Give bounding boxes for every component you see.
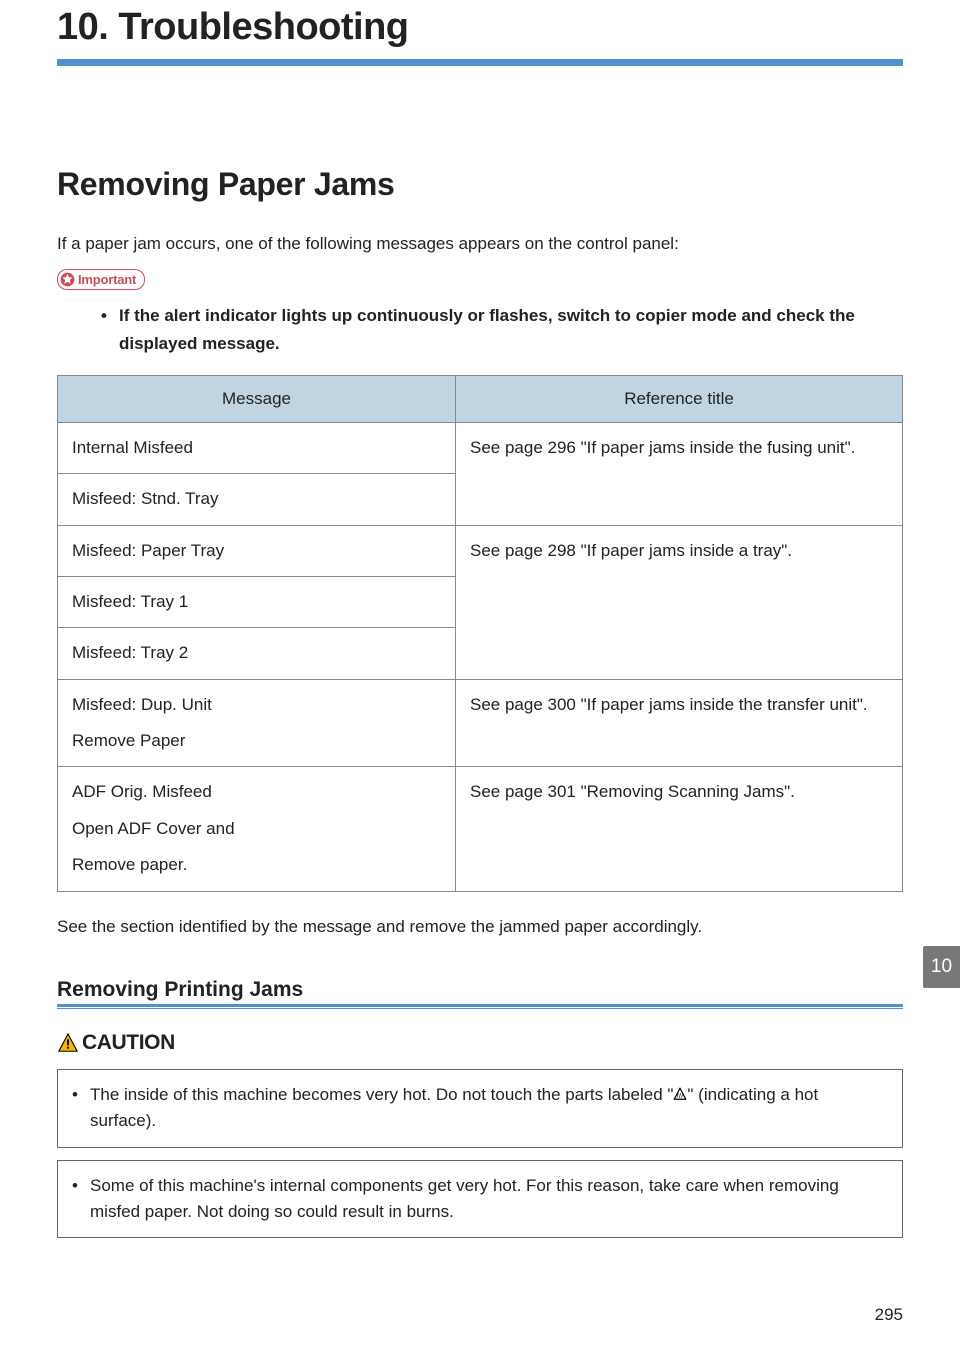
message-table: Message Reference title Internal Misfeed… (57, 375, 903, 892)
caution-box-2: Some of this machine's internal componen… (57, 1160, 903, 1239)
td-msg: ADF Orig. Misfeed Open ADF Cover and Rem… (58, 767, 456, 891)
td-ref: See page 296 "If paper jams inside the f… (456, 423, 903, 526)
warning-triangle-icon (57, 1032, 79, 1054)
td-msg: Misfeed: Tray 1 (58, 577, 456, 628)
page-number: 295 (875, 1305, 903, 1325)
section-title: Removing Paper Jams (57, 166, 903, 203)
table-row: Misfeed: Paper Tray See page 298 "If pap… (58, 525, 903, 576)
td-ref: See page 298 "If paper jams inside a tra… (456, 525, 903, 679)
td-msg-line: Remove paper. (72, 852, 441, 878)
td-msg-line: Open ADF Cover and (72, 816, 441, 842)
caution-bullet-1: The inside of this machine becomes very … (70, 1082, 888, 1135)
caution-box-1: The inside of this machine becomes very … (57, 1069, 903, 1148)
caution-1-pre: The inside of this machine becomes very … (90, 1085, 673, 1104)
td-msg: Misfeed: Paper Tray (58, 525, 456, 576)
td-ref: See page 300 "If paper jams inside the t… (456, 679, 903, 767)
hot-surface-icon (673, 1087, 687, 1101)
th-message: Message (58, 375, 456, 422)
subsection-title: Removing Printing Jams (57, 978, 903, 1002)
td-msg-line: ADF Orig. Misfeed (72, 779, 441, 805)
td-msg-line: Misfeed: Dup. Unit (72, 692, 441, 718)
subsection-rule (57, 1004, 903, 1007)
th-reference: Reference title (456, 375, 903, 422)
important-text: Important (78, 272, 136, 287)
td-msg: Misfeed: Stnd. Tray (58, 474, 456, 525)
important-bullets: If the alert indicator lights up continu… (57, 302, 903, 356)
caution-bullet-2: Some of this machine's internal componen… (70, 1173, 888, 1226)
chapter-title: 10. Troubleshooting (57, 0, 903, 59)
important-label: Important (57, 269, 145, 290)
star-icon (60, 272, 75, 287)
td-msg: Misfeed: Tray 2 (58, 628, 456, 679)
caution-label: CAUTION (57, 1031, 175, 1055)
subsection-rule-thin (57, 1008, 903, 1009)
td-msg: Misfeed: Dup. Unit Remove Paper (58, 679, 456, 767)
table-row: Internal Misfeed See page 296 "If paper … (58, 423, 903, 474)
section-intro: If a paper jam occurs, one of the follow… (57, 231, 903, 257)
chapter-rule (57, 59, 903, 66)
td-msg: Internal Misfeed (58, 423, 456, 474)
after-table-text: See the section identified by the messag… (57, 914, 903, 940)
table-header-row: Message Reference title (58, 375, 903, 422)
page: 10. Troubleshooting Removing Paper Jams … (0, 0, 960, 1359)
thumb-tab: 10 (923, 946, 960, 988)
td-ref: See page 301 "Removing Scanning Jams". (456, 767, 903, 891)
caution-text: CAUTION (82, 1031, 175, 1055)
important-bullet-1: If the alert indicator lights up continu… (101, 302, 903, 356)
table-row: ADF Orig. Misfeed Open ADF Cover and Rem… (58, 767, 903, 891)
td-msg-line: Remove Paper (72, 728, 441, 754)
table-row: Misfeed: Dup. Unit Remove Paper See page… (58, 679, 903, 767)
